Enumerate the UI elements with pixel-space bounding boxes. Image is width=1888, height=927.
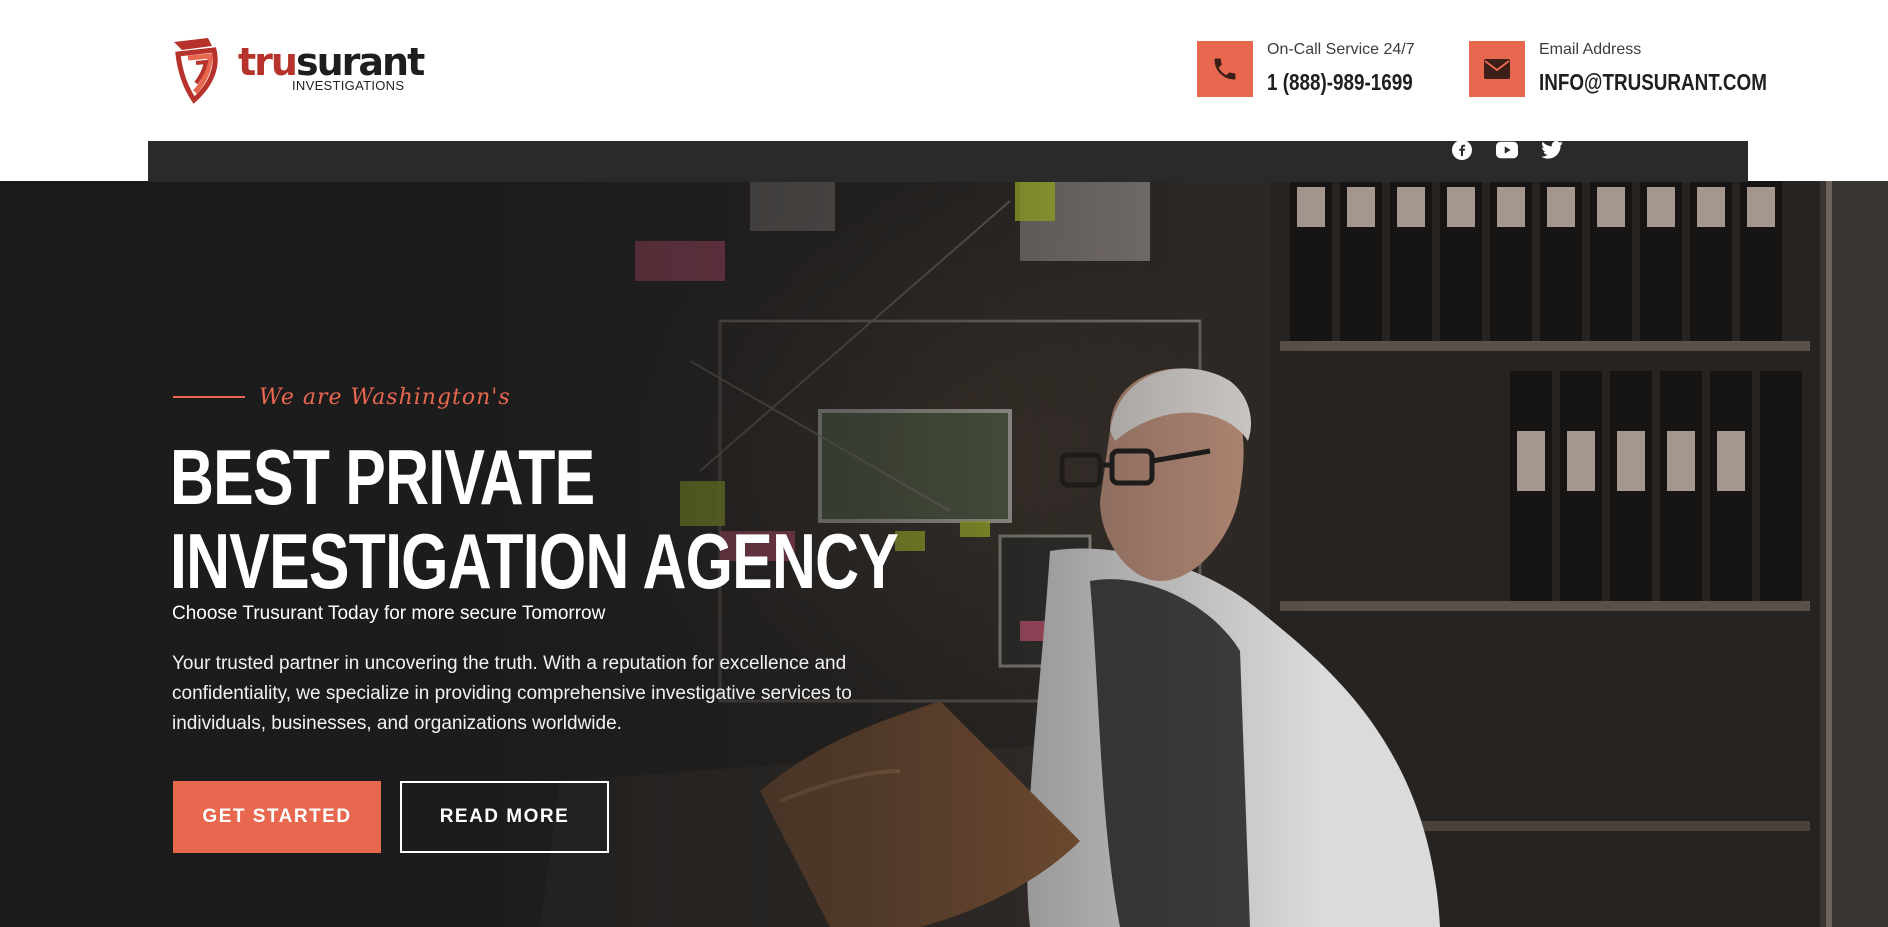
phone-number[interactable]: 1 (888)-989-1699 [1267,69,1413,95]
hero-tagline: Choose Trusurant Today for more secure T… [172,603,606,624]
email-address[interactable]: INFO@TRUSURANT.COM [1539,69,1767,95]
phone-label: On-Call Service 24/7 [1267,41,1415,58]
hero-title-line-1: BEST PRIVATE [170,433,595,521]
youtube-icon[interactable] [1496,140,1518,160]
hero-description: Your trusted partner in uncovering the t… [172,653,852,734]
hero-title: BEST PRIVATE INVESTIGATION AGENCY [170,433,899,605]
hero-section: We are Washington's BEST PRIVATE INVESTI… [0,181,1888,927]
logo-wordmark: trusurant [238,40,425,84]
kicker-text: We are Washington's [259,384,511,410]
twitter-icon[interactable] [1541,140,1563,160]
brand-logo[interactable]: trusurant INVESTIGATIONS [168,36,425,104]
envelope-icon [1469,41,1525,97]
shield-logo-icon [174,38,218,104]
hero-title-line-2: INVESTIGATION AGENCY [170,517,899,605]
read-more-button[interactable]: READ MORE [400,781,609,853]
email-label: Email Address [1539,41,1642,58]
facebook-icon[interactable] [1451,140,1473,160]
hero-kicker: We are Washington's [173,382,511,412]
kicker-divider [173,396,245,398]
phone-contact[interactable]: On-Call Service 24/7 1 (888)-989-1699 [1197,41,1437,97]
phone-icon [1197,41,1253,97]
get-started-button[interactable]: GET STARTED [173,781,381,853]
email-contact[interactable]: Email Address INFO@TRUSURANT.COM [1469,41,1767,97]
logo-subtitle: INVESTIGATIONS [292,78,405,93]
